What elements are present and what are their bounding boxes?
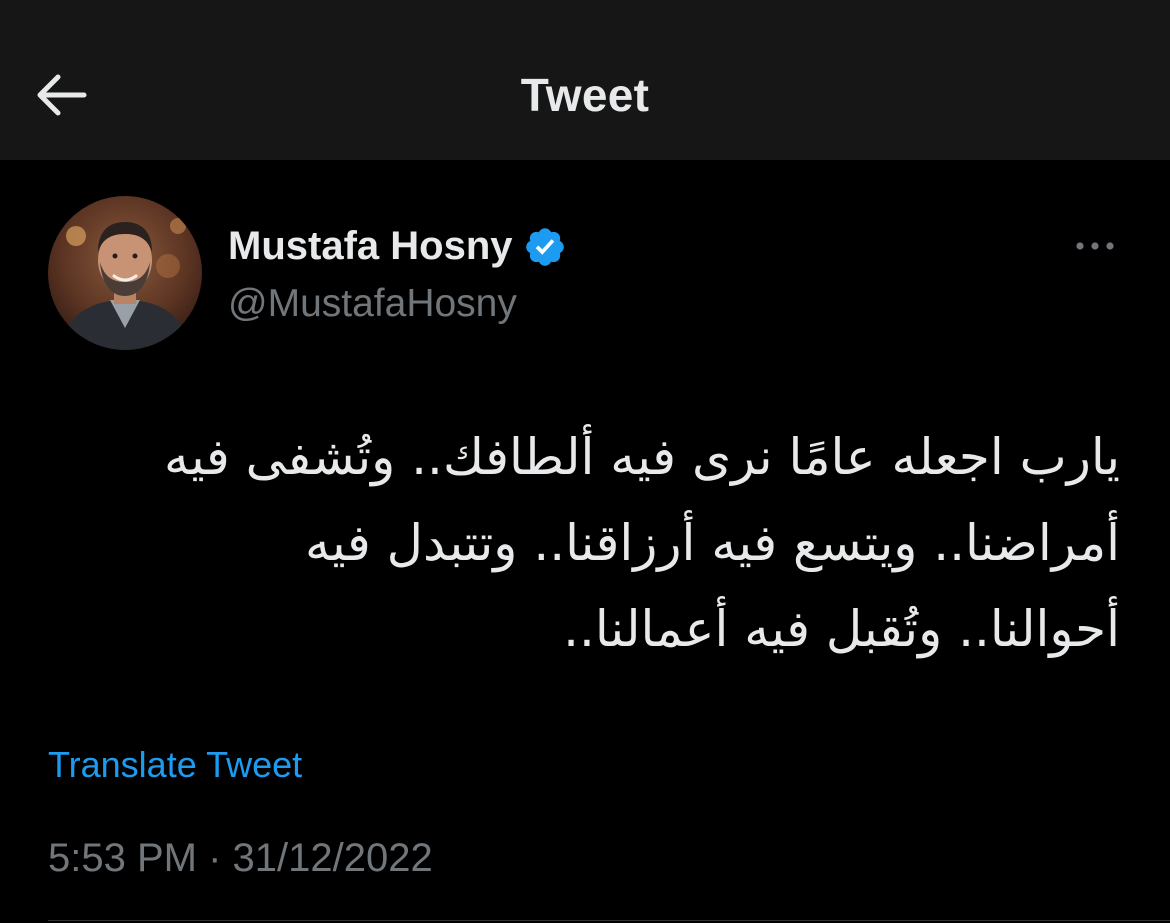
avatar[interactable]	[48, 196, 202, 350]
author-handle[interactable]: @MustafaHosny	[228, 282, 517, 326]
tweet-text: يارب اجعله عامًا نرى فيه ألطافك.. وتُشفى…	[48, 414, 1120, 672]
timestamp-separator: ·	[208, 836, 222, 880]
tweet-time[interactable]: 5:53 PM	[48, 836, 197, 880]
tweet-date[interactable]: 31/12/2022	[233, 836, 433, 880]
author-name[interactable]: Mustafa Hosny	[228, 224, 567, 269]
tweet-text-line: أحوالنا.. وتُقبل فيه أعمالنا..	[563, 600, 1120, 658]
more-options-icon	[1076, 242, 1114, 250]
tweet-timestamp: 5:53 PM · 31/12/2022	[48, 836, 433, 881]
tweet-text-line: يارب اجعله عامًا نرى فيه ألطافك.. وتُشفى…	[163, 428, 1120, 486]
tweet-text-line: أمراضنا.. ويتسع فيه أرزاقنا.. وتتبدل فيه	[304, 514, 1120, 572]
verified-badge-icon	[525, 227, 564, 266]
top-bar: Tweet	[0, 0, 1170, 160]
more-options-button[interactable]	[1066, 228, 1124, 264]
page-title: Tweet	[520, 69, 650, 121]
translate-tweet-link[interactable]: Translate Tweet	[48, 744, 302, 786]
divider	[48, 920, 1170, 921]
author-name-label: Mustafa Hosny	[228, 224, 513, 268]
user-avatar-image	[48, 196, 202, 350]
